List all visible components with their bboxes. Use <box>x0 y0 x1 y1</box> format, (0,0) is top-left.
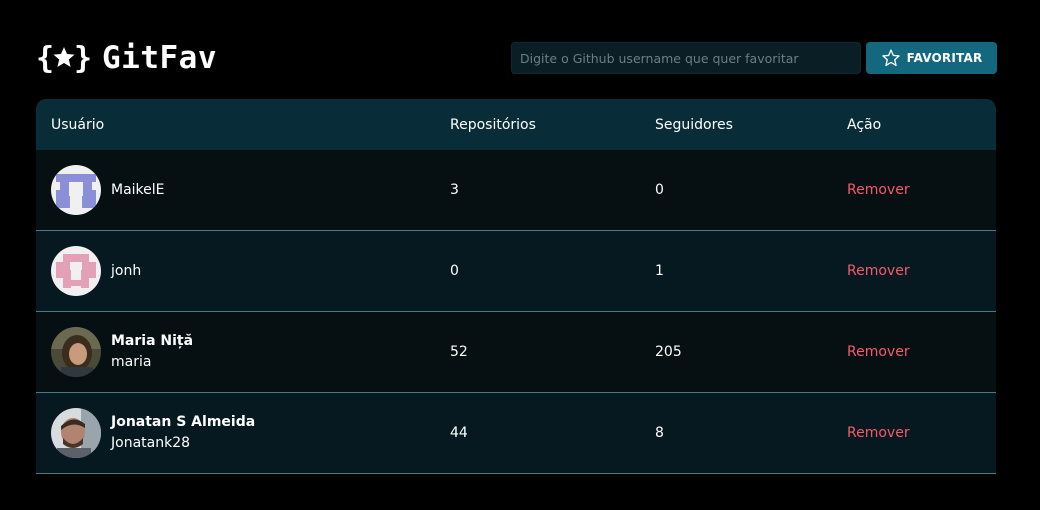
avatar[interactable] <box>51 327 101 377</box>
avatar[interactable] <box>51 246 101 296</box>
user-text: Maria Niță maria <box>111 331 193 373</box>
user-text: Jonatan S Almeida Jonatank28 <box>111 412 255 454</box>
followers-count: 0 <box>655 182 664 198</box>
remove-button[interactable]: Remover <box>847 425 910 441</box>
followers-count: 1 <box>655 263 664 279</box>
followers-count: 8 <box>655 425 664 441</box>
user-name: Jonatan S Almeida <box>111 414 256 430</box>
followers-count: 205 <box>655 344 682 360</box>
remove-button[interactable]: Remover <box>847 182 910 198</box>
favoritar-button-label: FAVORITAR <box>906 51 983 65</box>
header-repos: Repositórios <box>450 116 536 133</box>
search-bar: FAVORITAR <box>511 42 997 74</box>
repos-count: 0 <box>450 263 459 279</box>
header-followers: Seguidores <box>655 116 733 133</box>
logo: { } GitFav <box>36 40 217 76</box>
avatar[interactable] <box>51 408 101 458</box>
repos-count: 44 <box>450 425 468 441</box>
svg-text:}: } <box>74 41 92 76</box>
avatar[interactable] <box>51 165 101 215</box>
table-header: Usuário Repositórios Seguidores Ação <box>36 99 996 150</box>
gitfav-app: { } GitFav FAVORITAR Usuário Repositório… <box>0 0 1040 510</box>
table-row: Maria Niță maria 52 205 Remover <box>36 312 996 393</box>
repos-count: 3 <box>450 182 459 198</box>
table-row: Jonatan S Almeida Jonatank28 44 8 Remove… <box>36 393 996 474</box>
user-login[interactable]: MaikelE <box>111 180 165 201</box>
favorites-table: Usuário Repositórios Seguidores Ação Mai… <box>36 99 996 474</box>
user-cell: MaikelE <box>51 165 165 215</box>
header-action: Ação <box>847 116 882 133</box>
user-cell: Jonatan S Almeida Jonatank28 <box>51 408 255 458</box>
repos-count: 52 <box>450 344 468 360</box>
app-title: GitFav <box>102 40 217 76</box>
header: { } GitFav FAVORITAR <box>36 38 997 78</box>
remove-button[interactable]: Remover <box>847 263 910 279</box>
user-login[interactable]: Jonatank28 <box>111 433 255 454</box>
github-username-input[interactable] <box>511 42 861 74</box>
user-name: Maria Niță <box>111 333 194 349</box>
user-cell: jonh <box>51 246 141 296</box>
header-user: Usuário <box>51 116 105 133</box>
user-login[interactable]: maria <box>111 352 193 373</box>
user-text: MaikelE <box>111 180 165 201</box>
table-row: jonh 0 1 Remover <box>36 231 996 312</box>
star-icon <box>881 49 900 67</box>
user-login[interactable]: jonh <box>111 261 141 282</box>
svg-text:{: { <box>36 41 54 76</box>
remove-button[interactable]: Remover <box>847 344 910 360</box>
user-cell: Maria Niță maria <box>51 327 193 377</box>
favoritar-button[interactable]: FAVORITAR <box>866 42 997 74</box>
star-braces-logo-icon: { } <box>36 41 92 76</box>
user-text: jonh <box>111 261 141 282</box>
table-row: MaikelE 3 0 Remover <box>36 150 996 231</box>
